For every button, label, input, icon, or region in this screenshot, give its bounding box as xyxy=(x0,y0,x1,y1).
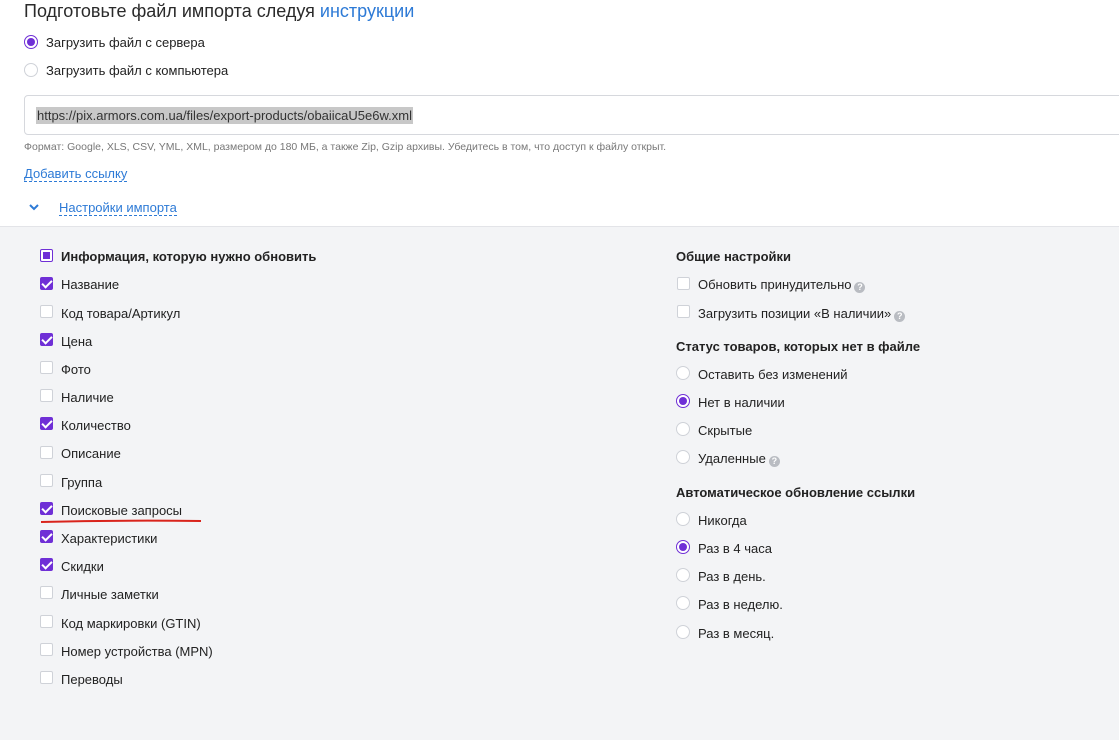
chevron-down-icon[interactable] xyxy=(27,200,41,214)
checkbox-label[interactable]: Фото xyxy=(61,362,91,377)
checkbox-label[interactable]: Количество xyxy=(61,418,131,433)
add-link-button[interactable]: Добавить ссылку xyxy=(24,166,128,182)
import-source-panel: Подготовьте файл импорта следуя инструкц… xyxy=(0,0,1119,227)
source-server-radio[interactable] xyxy=(24,35,38,49)
checkbox-quantity[interactable] xyxy=(40,417,53,430)
checkbox-mpn[interactable] xyxy=(40,643,53,656)
missing-status-title: Статус товаров, которых нет в файле xyxy=(676,339,921,354)
update-info-select-all-checkbox[interactable] xyxy=(40,249,53,262)
help-icon[interactable]: ? xyxy=(894,311,906,322)
checkbox-label[interactable]: Переводы xyxy=(61,672,123,687)
radio-hidden[interactable] xyxy=(676,422,690,436)
checkbox-label[interactable]: Наличие xyxy=(61,390,114,405)
checkbox-characteristics[interactable] xyxy=(40,530,53,543)
radio-every-4-hours[interactable] xyxy=(676,540,690,554)
checkbox-load-in-stock[interactable] xyxy=(677,305,690,318)
checkbox-search-queries[interactable] xyxy=(40,502,53,515)
checkbox-personal-notes[interactable] xyxy=(40,586,53,599)
page-title: Подготовьте файл импорта следуя инструкц… xyxy=(24,1,415,21)
checkbox-translations[interactable] xyxy=(40,671,53,684)
radio-never[interactable] xyxy=(676,512,690,526)
source-computer-radio[interactable] xyxy=(24,63,38,77)
format-hint: Формат: Google, XLS, CSV, YML, XML, разм… xyxy=(24,141,667,153)
checkbox-label[interactable]: Номер устройства (MPN) xyxy=(61,644,213,659)
file-url-input[interactable]: https://pix.armors.com.ua/files/export-p… xyxy=(24,95,1119,135)
checkbox-force-update[interactable] xyxy=(677,277,690,290)
checkbox-label[interactable]: Код маркировки (GTIN) xyxy=(61,616,201,631)
checkbox-label[interactable]: Код товара/Артикул xyxy=(61,306,180,321)
checkbox-label[interactable]: Скидки xyxy=(61,559,104,574)
checkbox-label[interactable]: Название xyxy=(61,277,119,292)
checkbox-label[interactable]: Описание xyxy=(61,446,121,461)
checkbox-label[interactable]: Группа xyxy=(61,475,102,490)
radio-label[interactable]: Раз в день. xyxy=(698,569,766,584)
radio-label[interactable]: Скрытые xyxy=(698,423,752,438)
checkbox-discounts[interactable] xyxy=(40,558,53,571)
load-in-stock-label[interactable]: Загрузить позиции «В наличии»? xyxy=(698,306,906,322)
help-icon[interactable]: ? xyxy=(854,282,866,293)
checkbox-sku[interactable] xyxy=(40,305,53,318)
checkbox-photo[interactable] xyxy=(40,361,53,374)
checkbox-group[interactable] xyxy=(40,474,53,487)
checkbox-price[interactable] xyxy=(40,333,53,346)
checkbox-label[interactable]: Характеристики xyxy=(61,531,157,546)
checkbox-gtin[interactable] xyxy=(40,615,53,628)
radio-label[interactable]: Раз в 4 часа xyxy=(698,541,772,556)
general-settings-title: Общие настройки xyxy=(676,249,791,264)
radio-weekly[interactable] xyxy=(676,596,690,610)
radio-label[interactable]: Нет в наличии xyxy=(698,395,785,410)
instructions-link[interactable]: инструкции xyxy=(320,1,414,21)
checkbox-description[interactable] xyxy=(40,446,53,459)
file-url-value: https://pix.armors.com.ua/files/export-p… xyxy=(36,107,413,124)
checkbox-label[interactable]: Цена xyxy=(61,334,92,349)
radio-label[interactable]: Раз в месяц. xyxy=(698,626,774,641)
help-icon[interactable]: ? xyxy=(768,456,780,467)
radio-monthly[interactable] xyxy=(676,625,690,639)
checkbox-availability[interactable] xyxy=(40,389,53,402)
radio-out-of-stock[interactable] xyxy=(676,394,690,408)
checkbox-name[interactable] xyxy=(40,277,53,290)
force-update-label[interactable]: Обновить принудительно? xyxy=(698,277,866,293)
checkbox-label[interactable]: Личные заметки xyxy=(61,587,159,602)
radio-label[interactable]: Никогда xyxy=(698,513,747,528)
checkbox-label[interactable]: Поисковые запросы xyxy=(61,503,182,518)
import-settings-toggle[interactable]: Настройки импорта xyxy=(59,200,177,216)
radio-deleted[interactable] xyxy=(676,450,690,464)
update-info-title: Информация, которую нужно обновить xyxy=(61,249,317,264)
source-server-label[interactable]: Загрузить файл с сервера xyxy=(46,35,205,50)
radio-daily[interactable] xyxy=(676,568,690,582)
deleted-label[interactable]: Удаленные? xyxy=(698,451,780,467)
source-computer-label[interactable]: Загрузить файл с компьютера xyxy=(46,63,228,78)
red-underline-annotation xyxy=(40,519,202,523)
radio-label[interactable]: Раз в неделю. xyxy=(698,597,783,612)
auto-update-title: Автоматическое обновление ссылки xyxy=(676,485,916,500)
radio-label[interactable]: Оставить без изменений xyxy=(698,367,847,382)
radio-keep-unchanged[interactable] xyxy=(676,366,690,380)
